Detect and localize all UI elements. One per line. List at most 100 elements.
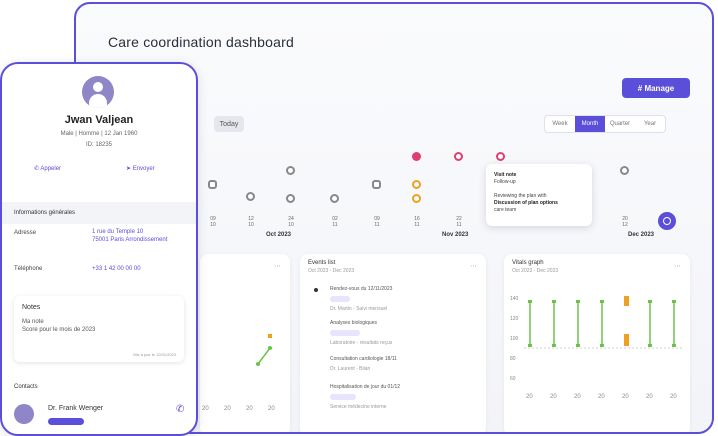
svg-text:120: 120 (510, 316, 519, 322)
range-week[interactable]: Week (545, 116, 575, 132)
section-header: Contacts (2, 376, 196, 398)
doctor-role-badge (48, 418, 84, 425)
timeline-day-label: 24 10 (288, 216, 294, 228)
activity-panel: ⋯ 20 20 20 20 (200, 254, 290, 432)
patient-id: ID: 18235 (85, 142, 113, 148)
timeline-day-label: 20 12 (622, 216, 628, 228)
svg-text:20: 20 (224, 406, 231, 412)
event-tag (330, 394, 356, 400)
svg-text:60: 60 (510, 376, 516, 382)
timeline-alert-icon[interactable] (496, 152, 505, 161)
timeline-event-icon[interactable] (330, 194, 339, 203)
phone-label: Téléphone (14, 266, 43, 272)
timeline-warning-icon[interactable] (412, 180, 421, 189)
phone-icon[interactable]: ✆ (176, 404, 184, 415)
timeline-month-label: Dec 2023 (628, 232, 655, 238)
svg-text:20: 20 (550, 394, 557, 400)
timeline-event-icon[interactable] (286, 194, 295, 203)
panel-title: Events list (308, 260, 336, 266)
range-year[interactable]: Year (635, 116, 665, 132)
vitals-panel: Vitals graph Oct 2023 - Dec 2023 ⋯ 140 12… (504, 254, 690, 432)
svg-text:20: 20 (268, 406, 275, 412)
notes-title: Notes (22, 304, 41, 311)
more-icon[interactable]: ⋯ (470, 262, 478, 270)
notes-footer: Mis à jour le 12/01/2023 (133, 352, 176, 357)
tooltip-line: Reviewing the plan with (494, 193, 547, 199)
dashboard-title: Care coordination dashboard (108, 34, 294, 50)
events-panel: Events list Oct 2023 - Dec 2023 ⋯ Rendez… (300, 254, 486, 432)
tooltip-title: Visit note (494, 172, 517, 178)
tooltip-line: Discussion of plan options (494, 200, 558, 206)
panel-subtitle: Oct 2023 - Dec 2023 (308, 268, 355, 274)
timeline-alert-icon[interactable] (454, 152, 463, 161)
patient-meta: Male | Homme | 12 Jan 1960 (60, 131, 138, 137)
patient-card: Jwan Valjean Male | Homme | 12 Jan 1960 … (0, 62, 198, 436)
notes-line: Ma note (22, 319, 44, 325)
message-label: Envoyer (132, 166, 155, 172)
timeline-event-icon[interactable] (246, 192, 255, 201)
timeline-alert-icon[interactable] (412, 152, 421, 161)
svg-text:20: 20 (246, 406, 253, 412)
send-icon: ➤ (126, 166, 132, 172)
call-button[interactable]: ✆ Appeler (34, 165, 61, 172)
activity-chart: 20 20 20 20 (202, 334, 275, 412)
svg-text:20: 20 (670, 394, 677, 400)
tooltip-line: care team (494, 207, 517, 213)
call-label: Appeler (40, 166, 62, 172)
event-item-meta: Service médecine interne (330, 404, 387, 410)
event-item[interactable]: Analyses biologiques (330, 320, 377, 326)
event-item-meta: Laboratoire - résultats reçus (330, 340, 393, 346)
timeline-event-icon[interactable] (208, 180, 217, 189)
event-item-meta: Dr. Martin - Suivi mensuel (330, 306, 388, 312)
svg-text:80: 80 (510, 356, 516, 362)
range-toggle[interactable]: Week Month Quarter Year (544, 115, 666, 133)
svg-text:20: 20 (598, 394, 605, 400)
tooltip-line: Follow-up (494, 179, 516, 185)
notes-body: Ma note Score pour le mois de 2023 (22, 318, 95, 334)
address-line: 75001 Paris Arrondissement (92, 237, 168, 243)
event-tag (330, 296, 350, 302)
svg-text:20: 20 (646, 394, 653, 400)
phone-icon: ✆ (34, 166, 40, 172)
phone-value[interactable]: +33 1 42 00 00 00 (92, 265, 141, 273)
svg-text:20: 20 (622, 394, 629, 400)
timeline-day-label: 16 11 (414, 216, 420, 228)
svg-text:100: 100 (510, 336, 519, 342)
timeline-event-icon[interactable] (620, 166, 629, 175)
svg-text:20: 20 (574, 394, 581, 400)
timeline-warning-icon[interactable] (412, 194, 421, 203)
address-label: Adresse (14, 230, 37, 236)
timeline-tooltip: Visit note Follow-up Reviewing the plan … (486, 164, 592, 226)
patient-avatar (82, 76, 114, 108)
address-line: 1 rue du Temple 10 (92, 229, 144, 235)
patient-name: Jwan Valjean (64, 114, 134, 126)
event-marker-icon (314, 288, 318, 292)
event-item[interactable]: Consultation cardiologie 18/11 (330, 356, 397, 362)
timeline-day-label: 09 11 (374, 216, 380, 228)
timeline-month-label: Oct 2023 (266, 232, 292, 238)
range-quarter[interactable]: Quarter (605, 116, 635, 132)
timeline-event-icon[interactable] (372, 180, 381, 189)
event-item[interactable]: Rendez-vous du 12/11/2023 (330, 286, 392, 292)
range-month[interactable]: Month (575, 116, 605, 132)
timeline-day-label: 22 11 (456, 216, 462, 228)
section-header: Informations générales (2, 202, 196, 224)
doctor-avatar (14, 404, 34, 424)
timeline-day-label: 12 10 (248, 216, 254, 228)
event-item[interactable]: Hospitalisation de jour du 01/12 (330, 384, 400, 390)
vitals-chart: 140 120 100 80 60 20 20 20 20 20 20 20 (510, 296, 684, 400)
timeline-event-icon[interactable] (286, 166, 295, 175)
timeline-month-label: Nov 2023 (442, 232, 469, 238)
timeline-add-button[interactable] (658, 212, 676, 230)
svg-text:20: 20 (526, 394, 533, 400)
today-button[interactable]: Today (214, 116, 244, 132)
event-tag (330, 330, 360, 336)
manage-button[interactable]: # Manage (622, 78, 690, 98)
message-button[interactable]: ➤ Envoyer (126, 165, 155, 172)
svg-text:140: 140 (510, 296, 519, 302)
timeline-day-label: 09 10 (210, 216, 216, 228)
event-item-meta: Dr. Laurent - Bilan (330, 366, 371, 372)
address-value[interactable]: 1 rue du Temple 10 75001 Paris Arrondiss… (92, 228, 167, 244)
notes-card[interactable]: Notes Ma note Score pour le mois de 2023… (14, 296, 184, 362)
svg-text:20: 20 (202, 406, 209, 412)
